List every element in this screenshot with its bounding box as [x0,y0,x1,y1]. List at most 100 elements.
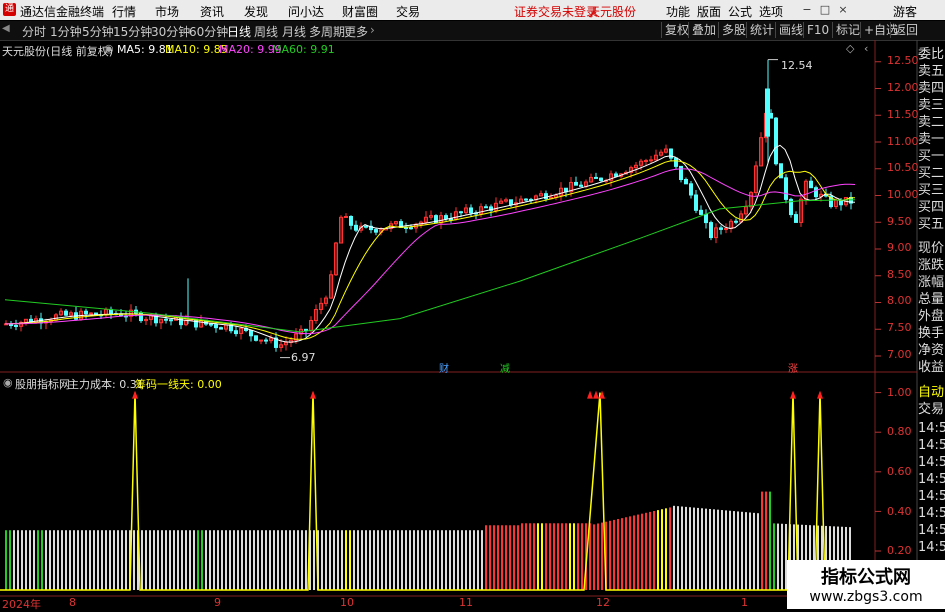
candle-body [814,187,818,198]
y-tick-price: 12.00 [887,81,919,94]
y-tick-price: 8.00 [887,294,912,307]
quote-label-ratio[interactable]: 委比 [918,46,945,63]
candle-body [84,310,88,315]
candle-body [704,213,708,224]
tick-time: 14:56 [918,540,945,555]
tick-time: 14:56 [918,506,945,521]
x-tick-date: 2024年 [2,598,41,611]
quote-label-change[interactable]: 涨跌 [918,257,945,274]
quote-label-sell3[interactable]: 卖三 [918,97,945,114]
ma60-label: MA60: 9.91 [272,43,335,56]
x-tick-date: 10 [340,596,354,609]
watermark: 指标公式网 www.zbgs3.com [787,560,945,609]
peak-arrow-icon [593,390,599,399]
tick-time: 14:56 [918,438,945,453]
candle-body [259,339,263,342]
quote-label-sell5[interactable]: 卖五 [918,63,945,80]
indicator-toggle-icon[interactable]: ◉ [3,376,13,389]
y-tick-indicator: 1.00 [887,386,912,399]
y-tick-indicator: 0.60 [887,465,912,478]
candle-body [89,312,93,315]
quote-label-buy3[interactable]: 买三 [918,182,945,199]
candle-body [679,165,683,180]
y-tick-price: 8.50 [887,268,912,281]
candle-body [709,222,713,239]
y-tick-price: 7.50 [887,321,912,334]
candle-body [249,329,253,337]
event-marker-reduce[interactable]: 减 [500,360,510,375]
candle-body [209,323,213,326]
ma-toggle-icon[interactable]: ◉ [104,42,114,55]
candle-body [594,176,598,179]
candle-body [364,225,368,228]
candle-body [164,318,168,321]
event-marker-finance[interactable]: 财 [439,360,449,375]
candle-body [724,228,728,231]
quote-label-price[interactable]: 现价 [918,240,945,257]
quote-label-turnover[interactable]: 换手 [918,325,945,342]
candle-body [484,206,488,209]
candle-body [349,215,353,226]
quote-label-sell1[interactable]: 卖一 [918,131,945,148]
candle-body [14,324,18,327]
low-price-label: 6.97 [291,351,316,364]
y-tick-indicator: 0.40 [887,505,912,518]
tick-time: 14:56 [918,523,945,538]
high-price-label: 12.54 [781,59,813,72]
candle-body [509,199,513,206]
event-marker-rise[interactable]: 涨 [788,360,798,375]
main-cost-label: 主力成本: 0.31 [68,378,144,391]
candle-body [784,177,788,200]
candle-body [794,214,798,223]
candle-body [544,193,548,200]
watermark-title: 指标公式网 [821,567,911,588]
candle-body [169,319,173,322]
candle-body [774,117,778,165]
quote-label-sell4[interactable]: 卖四 [918,80,945,97]
quote-label-buy4[interactable]: 买四 [918,199,945,216]
candle-body [574,181,578,186]
tick-label-trade[interactable]: 交易 [918,401,945,418]
quote-label-volume[interactable]: 总量 [918,291,945,308]
chip-line-label: 筹码一线天: 0.00 [135,378,222,391]
candle-body [214,324,218,329]
diamond-icon[interactable]: ◇ [846,42,854,55]
y-tick-price: 9.50 [887,215,912,228]
candle-body [234,330,238,335]
y-tick-price: 9.00 [887,241,912,254]
quote-label-pct[interactable]: 涨幅 [918,274,945,291]
peak-arrow-icon [817,390,823,399]
tick-label-auto[interactable]: 自动 [918,384,945,401]
x-tick-date: 11 [459,596,473,609]
candle-body [649,159,653,162]
quote-label-eps[interactable]: 收益 [918,359,945,376]
y-tick-price: 7.00 [887,348,912,361]
candle-body [354,224,358,231]
price-chart-canvas[interactable] [0,0,945,609]
quote-label-outer[interactable]: 外盘 [918,308,945,325]
quote-label-buy5[interactable]: 买五 [918,216,945,233]
quote-label-nav[interactable]: 净资 [918,342,945,359]
x-tick-date: 12 [596,596,610,609]
x-tick-date: 9 [214,596,221,609]
quote-label-buy2[interactable]: 买二 [918,165,945,182]
y-tick-price: 10.50 [887,161,919,174]
candle-body [254,335,258,341]
candle-body [459,211,463,214]
candle-body [644,160,648,163]
collapse-icon[interactable]: ‹ [864,42,868,55]
candle-body [765,88,770,137]
candle-body [374,229,378,233]
candle-body [469,207,473,214]
y-tick-indicator: 0.20 [887,544,912,557]
indicator-name: 股朋指标网 [15,378,70,391]
y-tick-indicator: 0.80 [887,425,912,438]
candle-body [689,183,693,196]
candle-body [809,180,813,189]
peak-arrow-icon [790,390,796,399]
quote-label-sell2[interactable]: 卖二 [918,114,945,131]
candle-body [524,198,528,201]
y-tick-price: 11.00 [887,135,919,148]
quote-label-buy1[interactable]: 买一 [918,148,945,165]
tick-time: 14:56 [918,489,945,504]
